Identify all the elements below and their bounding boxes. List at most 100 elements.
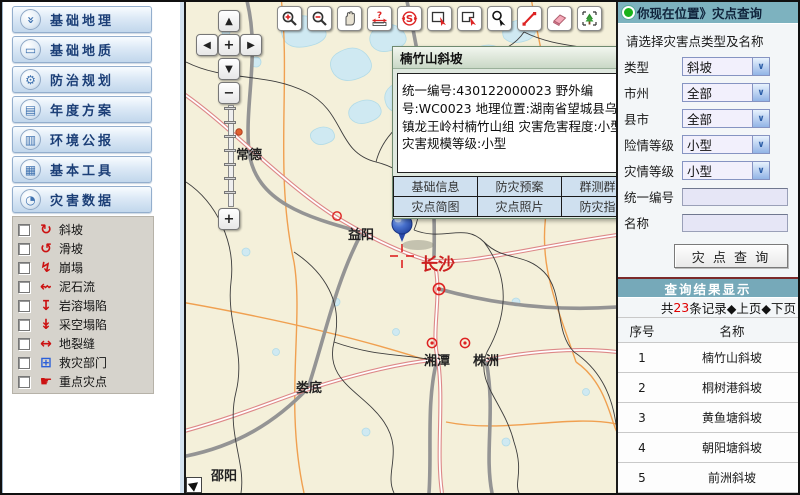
disaster-level-row: 灾情等级 小型 ∨: [624, 161, 798, 180]
sidebar-item-basic-tools[interactable]: ▦ 基本工具: [12, 156, 152, 183]
relief-department-checkbox[interactable]: [18, 357, 30, 369]
mining-subsidence-checkbox[interactable]: [18, 319, 30, 331]
site-photo-button[interactable]: 灾点照片: [477, 196, 562, 217]
left-sidebar: » 基础地理 ▭ 基础地质 ⚙ 防治规划 ▤ 年度方案 ▥ 环境公报 ▦ 基本工…: [2, 2, 180, 493]
danger-level-select[interactable]: 小型 ∨: [682, 135, 770, 154]
results-table: 序号 名称 1 楠竹山斜坡 2 桐树港斜坡 3 黄鱼塘斜坡 4 朝阳塘斜坡 5 …: [618, 318, 798, 493]
map-viewport[interactable]: 常德 益阳 长沙 湘潭 株洲 娄底 邵阳 ?: [186, 2, 618, 493]
eraser-button[interactable]: [547, 6, 572, 31]
layer-row-mining-subsidence: ↡ 采空塌陷: [15, 315, 153, 334]
sidebar-item-basic-geology[interactable]: ▭ 基础地质: [12, 36, 152, 63]
legend-tree-button[interactable]: [577, 6, 602, 31]
type-select[interactable]: 斜坡 ∨: [682, 57, 770, 76]
unified-id-row: 统一编号: [624, 187, 798, 206]
measure-distance-button[interactable]: ?: [367, 6, 392, 31]
prefecture-select[interactable]: 全部 ∨: [682, 83, 770, 102]
command-button[interactable]: 防灾指挥: [561, 196, 618, 217]
eraser-icon: [551, 10, 568, 27]
unified-id-input[interactable]: [682, 188, 788, 206]
site-sketch-button[interactable]: 灾点简图: [393, 196, 478, 217]
landslide-checkbox[interactable]: [18, 243, 30, 255]
record-count: 23: [673, 300, 689, 315]
group-monitoring-button[interactable]: 群测群防: [561, 176, 618, 197]
city-label: 益阳: [348, 227, 374, 243]
sidebar-item-disaster-data[interactable]: ◔ 灾害数据: [12, 186, 152, 213]
circle-select-button[interactable]: [487, 6, 512, 31]
sidebar-item-environment-bulletin[interactable]: ▥ 环境公报: [12, 126, 152, 153]
layer-row-karst-subsidence: ↧ 岩溶塌陷: [15, 296, 153, 315]
city-label: 娄底: [296, 380, 322, 396]
menu-label: 灾害数据: [50, 190, 114, 209]
center-map-button[interactable]: +: [218, 34, 240, 56]
report-icon: ▥: [20, 129, 41, 150]
table-row[interactable]: 5 前洲斜坡: [618, 463, 798, 493]
zoom-slider[interactable]: [224, 105, 236, 205]
folder-icon: ▤: [20, 99, 41, 120]
disaster-level-select[interactable]: 小型 ∨: [682, 161, 770, 180]
rect-zoom-out-icon: [461, 10, 478, 27]
table-row[interactable]: 4 朝阳塘斜坡: [618, 433, 798, 463]
rect-zoom-in-button[interactable]: [427, 6, 452, 31]
pan-right-button[interactable]: ▶: [240, 34, 262, 56]
zoom-out-button[interactable]: [307, 6, 332, 31]
overview-map-toggle[interactable]: [186, 477, 202, 493]
query-panel: 你现在位置》灾点查询 请选择灾害点类型及名称 类型 斜坡 ∨ 市州 全部 ∨ 县…: [618, 2, 798, 493]
key-disaster-point-icon: ☛: [36, 374, 56, 390]
name-input[interactable]: [682, 214, 788, 232]
city-label: 邵阳: [210, 469, 237, 484]
collapse-checkbox[interactable]: [18, 262, 30, 274]
scale-button[interactable]: S: [397, 6, 422, 31]
karst-subsidence-icon: ↧: [36, 298, 56, 314]
table-row[interactable]: 1 楠竹山斜坡: [618, 343, 798, 373]
map-toolbar: ? S: [277, 6, 602, 31]
prev-page-link[interactable]: ◆上页: [727, 298, 762, 317]
pan-down-button[interactable]: ▼: [218, 58, 240, 80]
popup-title-bar[interactable]: 楠竹山斜坡 X: [393, 47, 618, 69]
chevron-down-icon: ∨: [752, 58, 769, 75]
query-disaster-points-button[interactable]: 灾 点 查 询: [674, 244, 788, 268]
sidebar-item-annual-plan[interactable]: ▤ 年度方案: [12, 96, 152, 123]
zoom-out-step-button[interactable]: −: [218, 82, 240, 104]
debris-flow-checkbox[interactable]: [18, 281, 30, 293]
ground-fissure-icon: ↔: [36, 336, 56, 352]
layer-row-collapse: ↯ 崩塌: [15, 258, 153, 277]
results-header-text: 查询结果显示: [664, 279, 751, 298]
pan-button[interactable]: [337, 6, 362, 31]
chevron-down-icon: ∨: [752, 136, 769, 153]
rect-zoom-in-icon: [431, 10, 448, 27]
zoom-in-step-button[interactable]: +: [218, 208, 240, 230]
ground-fissure-checkbox[interactable]: [18, 338, 30, 350]
basic-info-button[interactable]: 基础信息: [393, 176, 478, 197]
chevron-down-icon: ∨: [752, 84, 769, 101]
prevention-plan-button[interactable]: 防灾预案: [477, 176, 562, 197]
app-window: » 基础地理 ▭ 基础地质 ⚙ 防治规划 ▤ 年度方案 ▥ 环境公报 ▦ 基本工…: [0, 0, 800, 495]
table-row[interactable]: 2 桐树港斜坡: [618, 373, 798, 403]
table-row[interactable]: 3 黄鱼塘斜坡: [618, 403, 798, 433]
draw-line-button[interactable]: [517, 6, 542, 31]
menu-label: 年度方案: [50, 100, 114, 119]
sidebar-item-prevention-planning[interactable]: ⚙ 防治规划: [12, 66, 152, 93]
measure-distance-icon: ?: [371, 10, 388, 27]
zoom-out-icon: [311, 10, 328, 27]
karst-subsidence-checkbox[interactable]: [18, 300, 30, 312]
zoom-in-button[interactable]: [277, 6, 302, 31]
pan-up-button[interactable]: ▲: [218, 10, 240, 32]
relief-department-icon: ⊞: [36, 355, 56, 371]
chevrons-down-icon: »: [20, 9, 41, 30]
monitor-icon: ▭: [20, 39, 41, 60]
sidebar-item-basic-geography[interactable]: » 基础地理: [12, 6, 152, 33]
key-disaster-point-checkbox[interactable]: [18, 376, 30, 388]
next-page-link[interactable]: ◆下页: [761, 298, 796, 317]
chevron-down-icon: ∨: [752, 110, 769, 127]
pan-left-button[interactable]: ◀: [196, 34, 218, 56]
county-row: 县市 全部 ∨: [624, 109, 798, 128]
layer-row-debris-flow: ⇜ 泥石流: [15, 277, 153, 296]
menu-label: 基础地理: [50, 10, 114, 29]
slope-checkbox[interactable]: [18, 224, 30, 236]
county-select[interactable]: 全部 ∨: [682, 109, 770, 128]
results-table-header: 序号 名称: [618, 318, 798, 343]
tools-icon: ⚙: [20, 69, 41, 90]
rect-zoom-out-button[interactable]: [457, 6, 482, 31]
results-header: 查询结果显示: [618, 277, 798, 298]
city-label: 株洲: [473, 353, 499, 369]
